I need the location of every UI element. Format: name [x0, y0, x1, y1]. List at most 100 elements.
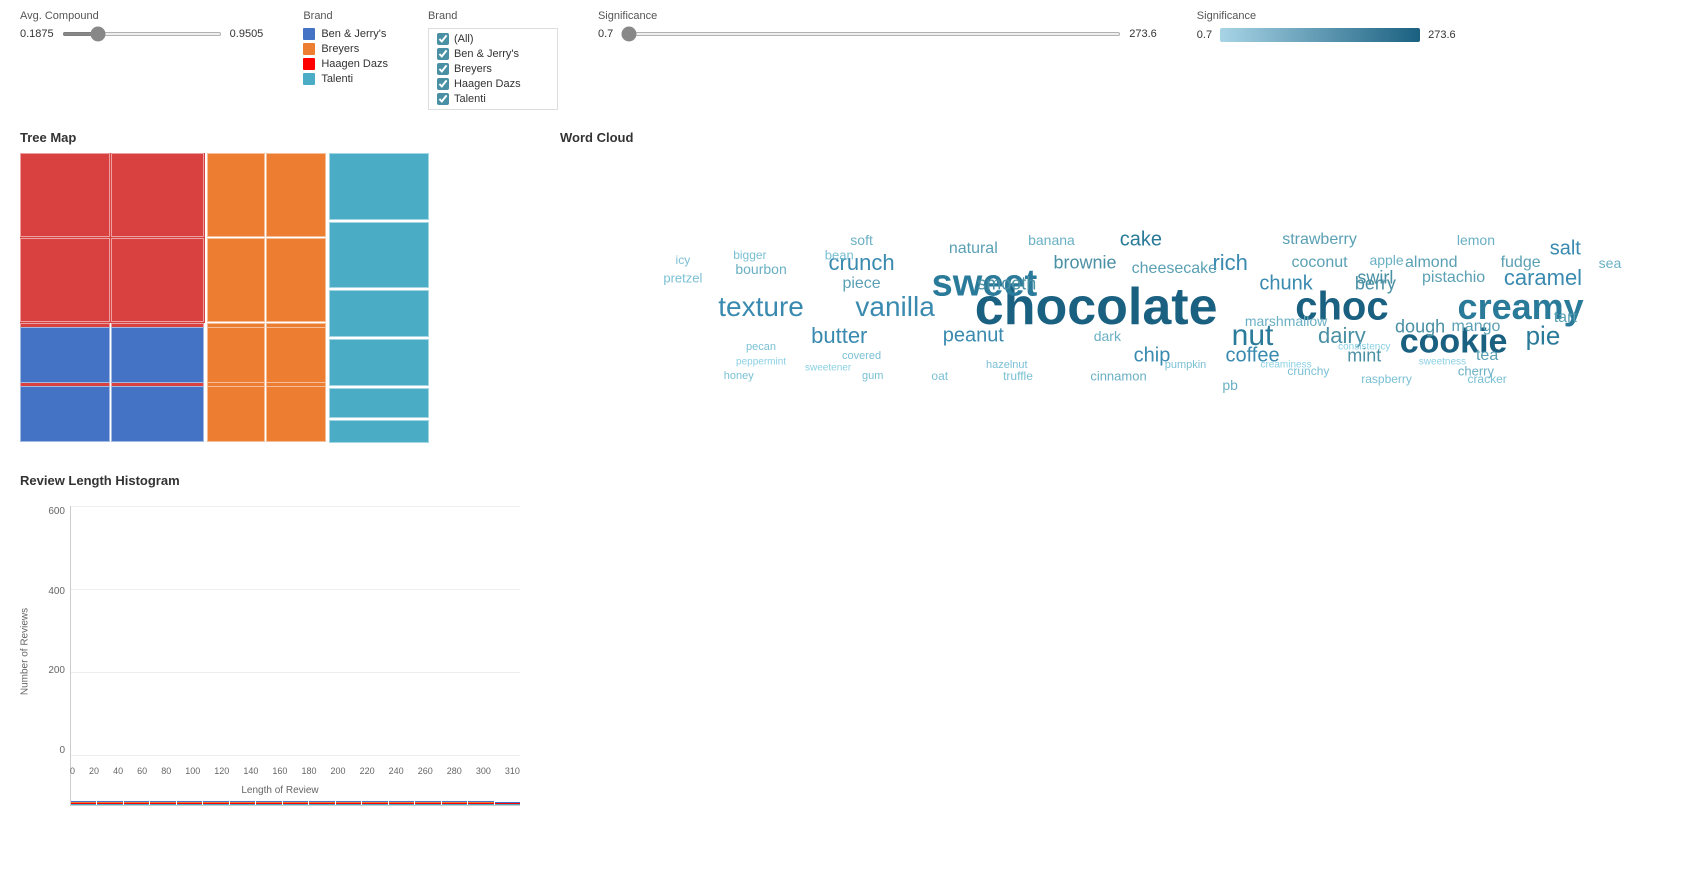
word-sea[interactable]: sea [1599, 255, 1622, 271]
hist-bar-segment [468, 804, 493, 805]
word-pecan[interactable]: pecan [746, 341, 776, 353]
treemap-cell[interactable] [266, 153, 326, 237]
x-label-180: 180 [301, 766, 316, 776]
hist-bar-segment [389, 804, 414, 805]
treemap-cell[interactable] [207, 238, 265, 322]
word-creaminess[interactable]: creaminess [1260, 359, 1311, 370]
word-texture[interactable]: texture [718, 291, 804, 323]
word-raspberry[interactable]: raspberry [1361, 372, 1412, 386]
word-consistency[interactable]: consistency [1338, 342, 1390, 353]
word-cinnamon[interactable]: cinnamon [1090, 369, 1146, 384]
treemap-cell[interactable] [329, 153, 429, 220]
word-cake[interactable]: cake [1120, 229, 1162, 252]
histogram-container: 600 400 200 0 Number of Reviews [20, 496, 540, 796]
word-sweetener[interactable]: sweetener [805, 362, 851, 373]
word-chunk[interactable]: chunk [1259, 272, 1312, 295]
word-almond[interactable]: almond [1405, 254, 1457, 272]
word-berry[interactable]: berry [1355, 273, 1396, 294]
word-bigger[interactable]: bigger [733, 248, 766, 262]
x-label-120: 120 [214, 766, 229, 776]
word-cheesecake[interactable]: cheesecake [1132, 260, 1217, 278]
word-salt[interactable]: salt [1550, 237, 1581, 260]
filter-all[interactable]: (All) [437, 33, 549, 45]
treemap-cell[interactable] [329, 339, 429, 386]
word-oat[interactable]: oat [931, 369, 948, 383]
treemap-cell[interactable] [207, 153, 265, 237]
word-dough[interactable]: dough [1395, 317, 1445, 338]
word-bourbon[interactable]: bourbon [735, 261, 786, 277]
treemap-cell[interactable] [266, 327, 326, 383]
word-pretzel[interactable]: pretzel [663, 270, 702, 285]
filter-breyers-checkbox[interactable] [437, 63, 449, 75]
word-brownie[interactable]: brownie [1053, 253, 1116, 274]
filter-hd-checkbox[interactable] [437, 78, 449, 90]
treemap-cell[interactable] [111, 153, 204, 237]
filter-talenti-checkbox[interactable] [437, 93, 449, 105]
word-sweetness[interactable]: sweetness [1419, 356, 1466, 367]
word-pb[interactable]: pb [1222, 377, 1238, 393]
treemap-cell[interactable] [329, 290, 429, 337]
word-tart[interactable]: tart [1554, 309, 1577, 327]
treemap-cell[interactable] [20, 238, 110, 322]
treemap-cell[interactable] [329, 222, 429, 289]
significance-slider[interactable] [621, 32, 1121, 36]
word-marshmallow[interactable]: marshmallow [1245, 313, 1327, 329]
treemap-cell[interactable] [20, 153, 110, 237]
legend-item-talenti: Talenti [303, 73, 388, 85]
treemap-cell[interactable] [266, 386, 326, 442]
word-dark[interactable]: dark [1094, 328, 1121, 344]
filter-bj[interactable]: Ben & Jerry's [437, 48, 549, 60]
word-rich[interactable]: rich [1212, 250, 1247, 276]
word-covered[interactable]: covered [842, 350, 881, 362]
filter-all-checkbox[interactable] [437, 33, 449, 45]
treemap-cell[interactable] [111, 386, 204, 442]
treemap-cell[interactable] [207, 386, 265, 442]
treemap-cell[interactable] [207, 327, 265, 383]
word-mango[interactable]: mango [1451, 318, 1500, 336]
hist-bar-segment [97, 804, 122, 805]
word-banana[interactable]: banana [1028, 232, 1075, 248]
word-bean[interactable]: bean [825, 247, 854, 262]
treemap-cell[interactable] [20, 327, 110, 383]
treemap-cell[interactable] [111, 327, 204, 383]
word-gum[interactable]: gum [862, 370, 883, 382]
avg-max-val: 0.9505 [230, 28, 264, 40]
filter-talenti[interactable]: Talenti [437, 93, 549, 105]
word-vanilla[interactable]: vanilla [855, 291, 934, 323]
avg-compound-slider[interactable] [62, 32, 222, 36]
legend-item-bj: Ben & Jerry's [303, 28, 388, 40]
word-fudge[interactable]: fudge [1501, 254, 1541, 272]
treemap-cell[interactable] [329, 420, 429, 444]
word-peanut[interactable]: peanut [943, 324, 1004, 347]
hist-bar-group-12 [389, 801, 414, 805]
treemap-cell[interactable] [329, 388, 429, 417]
word-natural[interactable]: natural [949, 240, 998, 258]
filter-bj-checkbox[interactable] [437, 48, 449, 60]
word-butter[interactable]: butter [811, 323, 867, 349]
hist-bar-segment [177, 804, 202, 805]
word-cracker[interactable]: cracker [1467, 372, 1506, 386]
filter-breyers[interactable]: Breyers [437, 63, 549, 75]
x-label-0: 0 [70, 766, 75, 776]
treemap-cell[interactable] [20, 386, 110, 442]
word-piece[interactable]: piece [842, 275, 880, 293]
word-peppermint[interactable]: peppermint [736, 356, 786, 367]
filter-hd[interactable]: Haagen Dazs [437, 78, 549, 90]
word-smooth[interactable]: smooth [977, 273, 1036, 294]
word-truffle[interactable]: truffle [1003, 369, 1033, 383]
word-coconut[interactable]: coconut [1292, 254, 1348, 272]
word-soft[interactable]: soft [850, 232, 873, 248]
word-lemon[interactable]: lemon [1457, 232, 1495, 248]
brand-legend: Ben & Jerry's Breyers Haagen Dazs Talent… [303, 28, 388, 85]
word-honey[interactable]: honey [724, 370, 754, 382]
word-strawberry[interactable]: strawberry [1282, 231, 1357, 249]
word-pumpkin[interactable]: pumpkin [1165, 359, 1207, 371]
legend-dot-talenti [303, 73, 315, 85]
treemap-cell[interactable] [266, 238, 326, 322]
word-apple[interactable]: apple [1369, 252, 1403, 268]
treemap-cell[interactable] [111, 238, 204, 322]
y-label-200: 200 [48, 665, 65, 676]
word-icy[interactable]: icy [676, 253, 691, 267]
word-hazelnut[interactable]: hazelnut [986, 359, 1028, 371]
hist-bar-segment [362, 804, 387, 805]
